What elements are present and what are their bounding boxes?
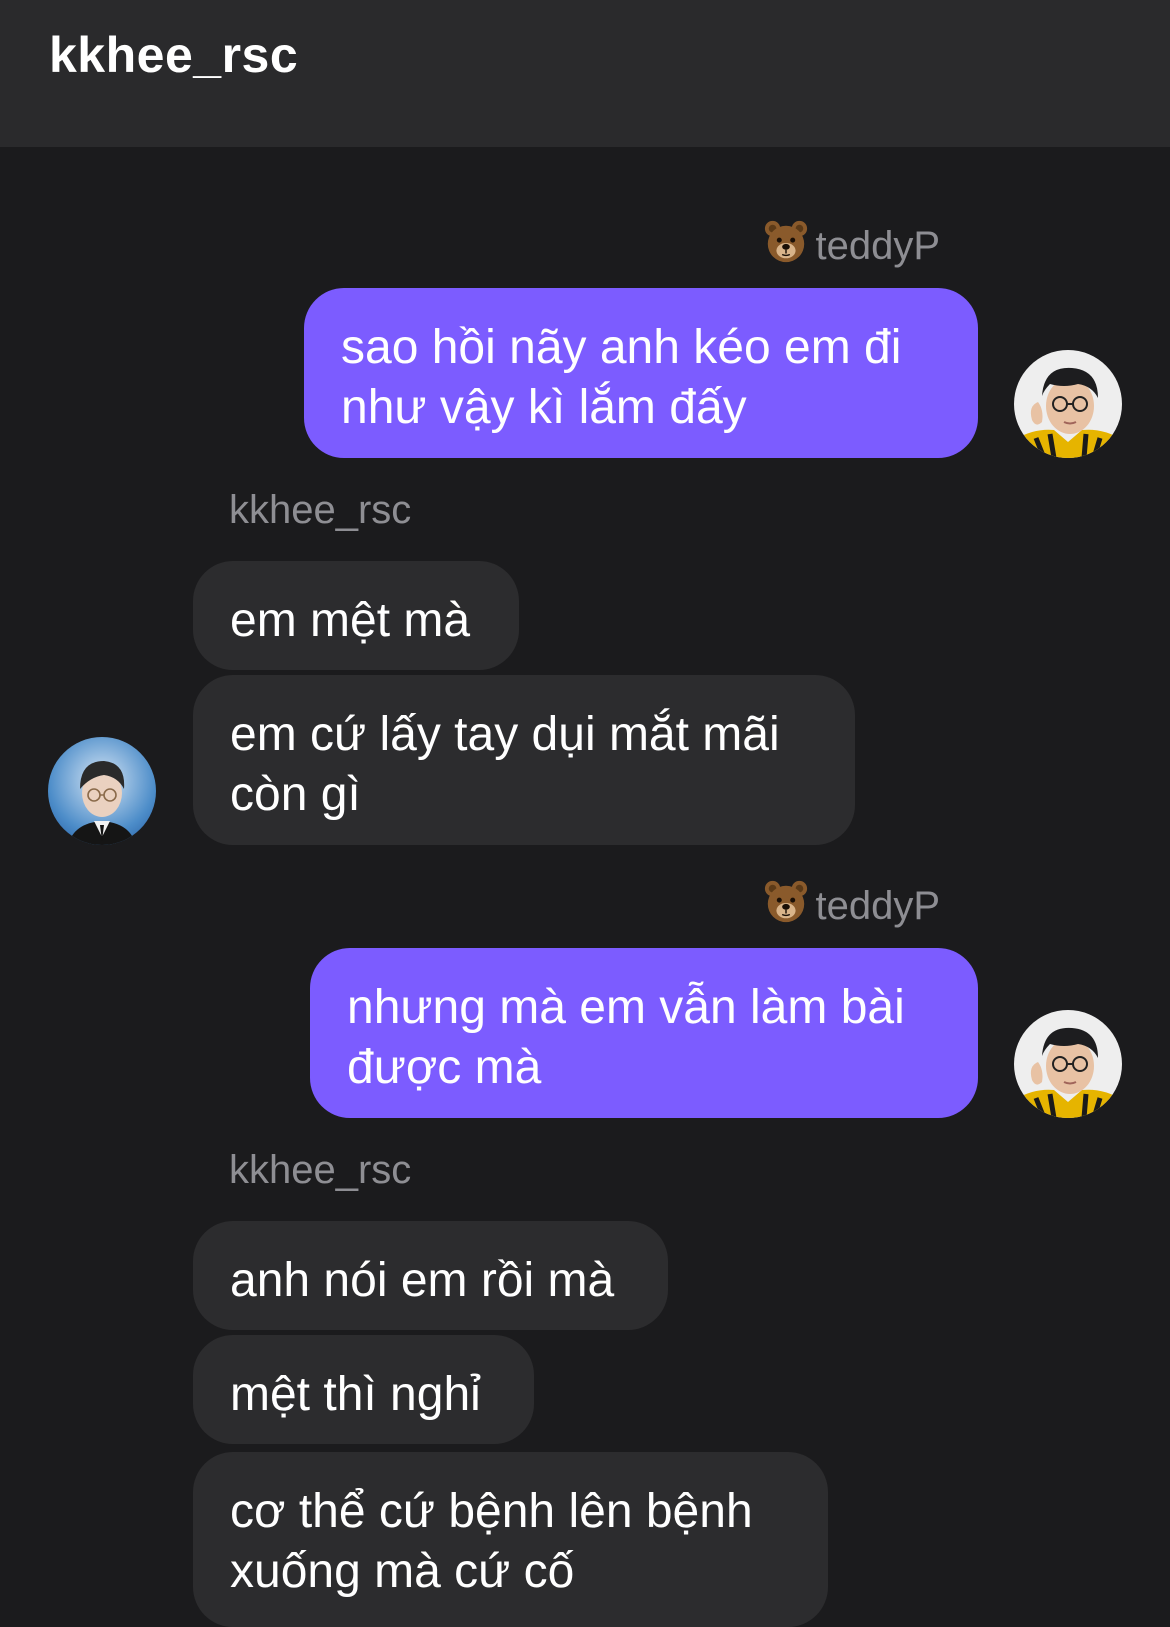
- message-bubble-mine[interactable]: sao hồi nãy anh kéo em đi như vậy kì lắm…: [304, 288, 978, 458]
- sender-label: kkhee_rsc: [229, 485, 411, 535]
- bear-face-icon: [763, 879, 809, 925]
- sender-name: teddyP: [815, 884, 940, 928]
- message-bubble-mine[interactable]: nhưng mà em vẫn làm bài được mà: [310, 948, 978, 1118]
- chat-header: kkhee_rsc: [0, 0, 1170, 147]
- message-bubble-theirs[interactable]: mệt thì nghỉ: [193, 1335, 534, 1444]
- message-text: cơ thể cứ bệnh lên bệnh xuống mà cứ cố: [230, 1485, 753, 1598]
- sender-label: kkhee_rsc: [229, 1145, 411, 1195]
- sender-name: kkhee_rsc: [229, 488, 412, 532]
- chat-title: kkhee_rsc: [49, 27, 299, 83]
- message-list[interactable]: teddyP sao hồi nãy anh kéo em đi như vậy…: [0, 147, 1170, 1627]
- sender-name: teddyP: [815, 224, 940, 268]
- message-text: sao hồi nãy anh kéo em đi như vậy kì lắm…: [341, 321, 902, 434]
- avatar[interactable]: [1014, 1010, 1122, 1118]
- message-text: nhưng mà em vẫn làm bài được mà: [347, 981, 905, 1094]
- message-bubble-theirs[interactable]: cơ thể cứ bệnh lên bệnh xuống mà cứ cố: [193, 1452, 828, 1627]
- avatar[interactable]: [48, 737, 156, 845]
- message-bubble-theirs[interactable]: em cứ lấy tay dụi mắt mãi còn gì: [193, 675, 855, 845]
- message-bubble-theirs[interactable]: em mệt mà: [193, 561, 519, 670]
- sender-name: kkhee_rsc: [229, 1148, 412, 1192]
- message-text: anh nói em rồi mà: [230, 1254, 615, 1307]
- message-text: mệt thì nghỉ: [230, 1368, 481, 1421]
- bear-face-icon: [763, 219, 809, 265]
- avatar[interactable]: [1014, 350, 1122, 458]
- message-bubble-theirs[interactable]: anh nói em rồi mà: [193, 1221, 668, 1330]
- message-text: em cứ lấy tay dụi mắt mãi còn gì: [230, 708, 780, 821]
- message-text: em mệt mà: [230, 594, 471, 647]
- sender-label: teddyP: [763, 219, 940, 271]
- sender-label: teddyP: [763, 879, 940, 931]
